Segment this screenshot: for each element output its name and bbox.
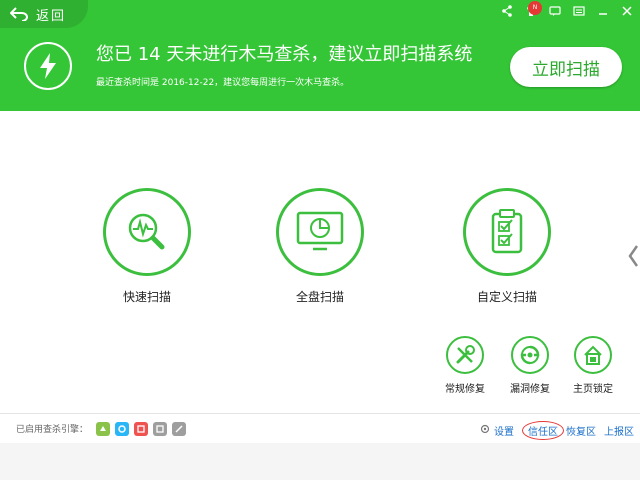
settings-link[interactable]: 设置 — [494, 423, 514, 438]
vulnerability-repair-label: 漏洞修复 — [510, 384, 550, 395]
close-icon[interactable] — [620, 4, 634, 18]
status-footer: 已启用查杀引擎： 设置 信任区 恢复区 上报区 — [0, 413, 640, 443]
restore-zone-link[interactable]: 恢复区 — [566, 423, 596, 438]
header-banner: 返回 N 您已 14 天未进行木马查杀，建议立即扫描系统 最近查杀时间是 201… — [0, 0, 640, 111]
report-zone-link[interactable]: 上报区 — [604, 423, 634, 438]
feedback-icon[interactable] — [548, 4, 562, 18]
bottom-area — [0, 443, 640, 480]
full-scan-label: 全盘扫描 — [295, 290, 344, 304]
back-label: 返回 — [36, 8, 67, 24]
scan-reminder-headline: 您已 14 天未进行木马查杀，建议立即扫描系统 — [96, 44, 473, 65]
general-repair-label: 常规修复 — [445, 384, 485, 395]
custom-scan-label: 自定义扫描 — [476, 290, 537, 304]
back-arrow-icon — [10, 7, 28, 21]
full-scan-icon — [276, 188, 364, 276]
system-repair-engine-icon[interactable] — [134, 421, 149, 436]
quick-scan-button[interactable]: 快速扫描 — [87, 188, 207, 305]
quick-scan-label: 快速扫描 — [122, 290, 171, 304]
share-icon[interactable] — [500, 4, 514, 18]
home-lock-icon — [574, 336, 612, 374]
engine-label: 已启用查杀引擎： — [16, 425, 89, 435]
scan-now-button[interactable]: 立即扫描 — [510, 47, 622, 87]
engine-4-icon[interactable] — [153, 421, 168, 436]
back-button[interactable]: 返回 — [0, 0, 88, 28]
chevron-left-icon[interactable] — [628, 244, 639, 272]
quick-scan-icon — [103, 188, 191, 276]
minimize-icon[interactable] — [596, 4, 610, 18]
notification-badge: N — [528, 1, 542, 15]
homepage-lock-button[interactable]: 主页锁定 — [565, 336, 621, 395]
wrench-screwdriver-icon — [446, 336, 484, 374]
cloud-engine-icon[interactable] — [96, 421, 111, 436]
gear-icon[interactable] — [480, 424, 490, 437]
lightning-icon — [24, 42, 72, 90]
footer-links: 设置 信任区 恢复区 上报区 — [480, 421, 634, 440]
last-scan-info: 最近查杀时间是 2016-12-22，建议您每周进行一次木马查杀。 — [96, 78, 350, 88]
skin-icon[interactable]: N — [524, 1, 542, 18]
qvm-engine-icon[interactable] — [115, 421, 130, 436]
vulnerability-repair-icon — [511, 336, 549, 374]
general-repair-button[interactable]: 常规修复 — [437, 336, 493, 395]
vulnerability-repair-button[interactable]: 漏洞修复 — [502, 336, 558, 395]
menu-icon[interactable] — [572, 4, 586, 18]
custom-scan-icon — [463, 188, 551, 276]
homepage-lock-label: 主页锁定 — [573, 384, 613, 395]
full-scan-button[interactable]: 全盘扫描 — [260, 188, 380, 305]
engine-5-icon[interactable] — [172, 421, 187, 436]
custom-scan-button[interactable]: 自定义扫描 — [447, 188, 567, 305]
engine-list — [96, 421, 187, 436]
window-controls: N — [500, 1, 634, 18]
trust-zone-link[interactable]: 信任区 — [522, 421, 564, 440]
